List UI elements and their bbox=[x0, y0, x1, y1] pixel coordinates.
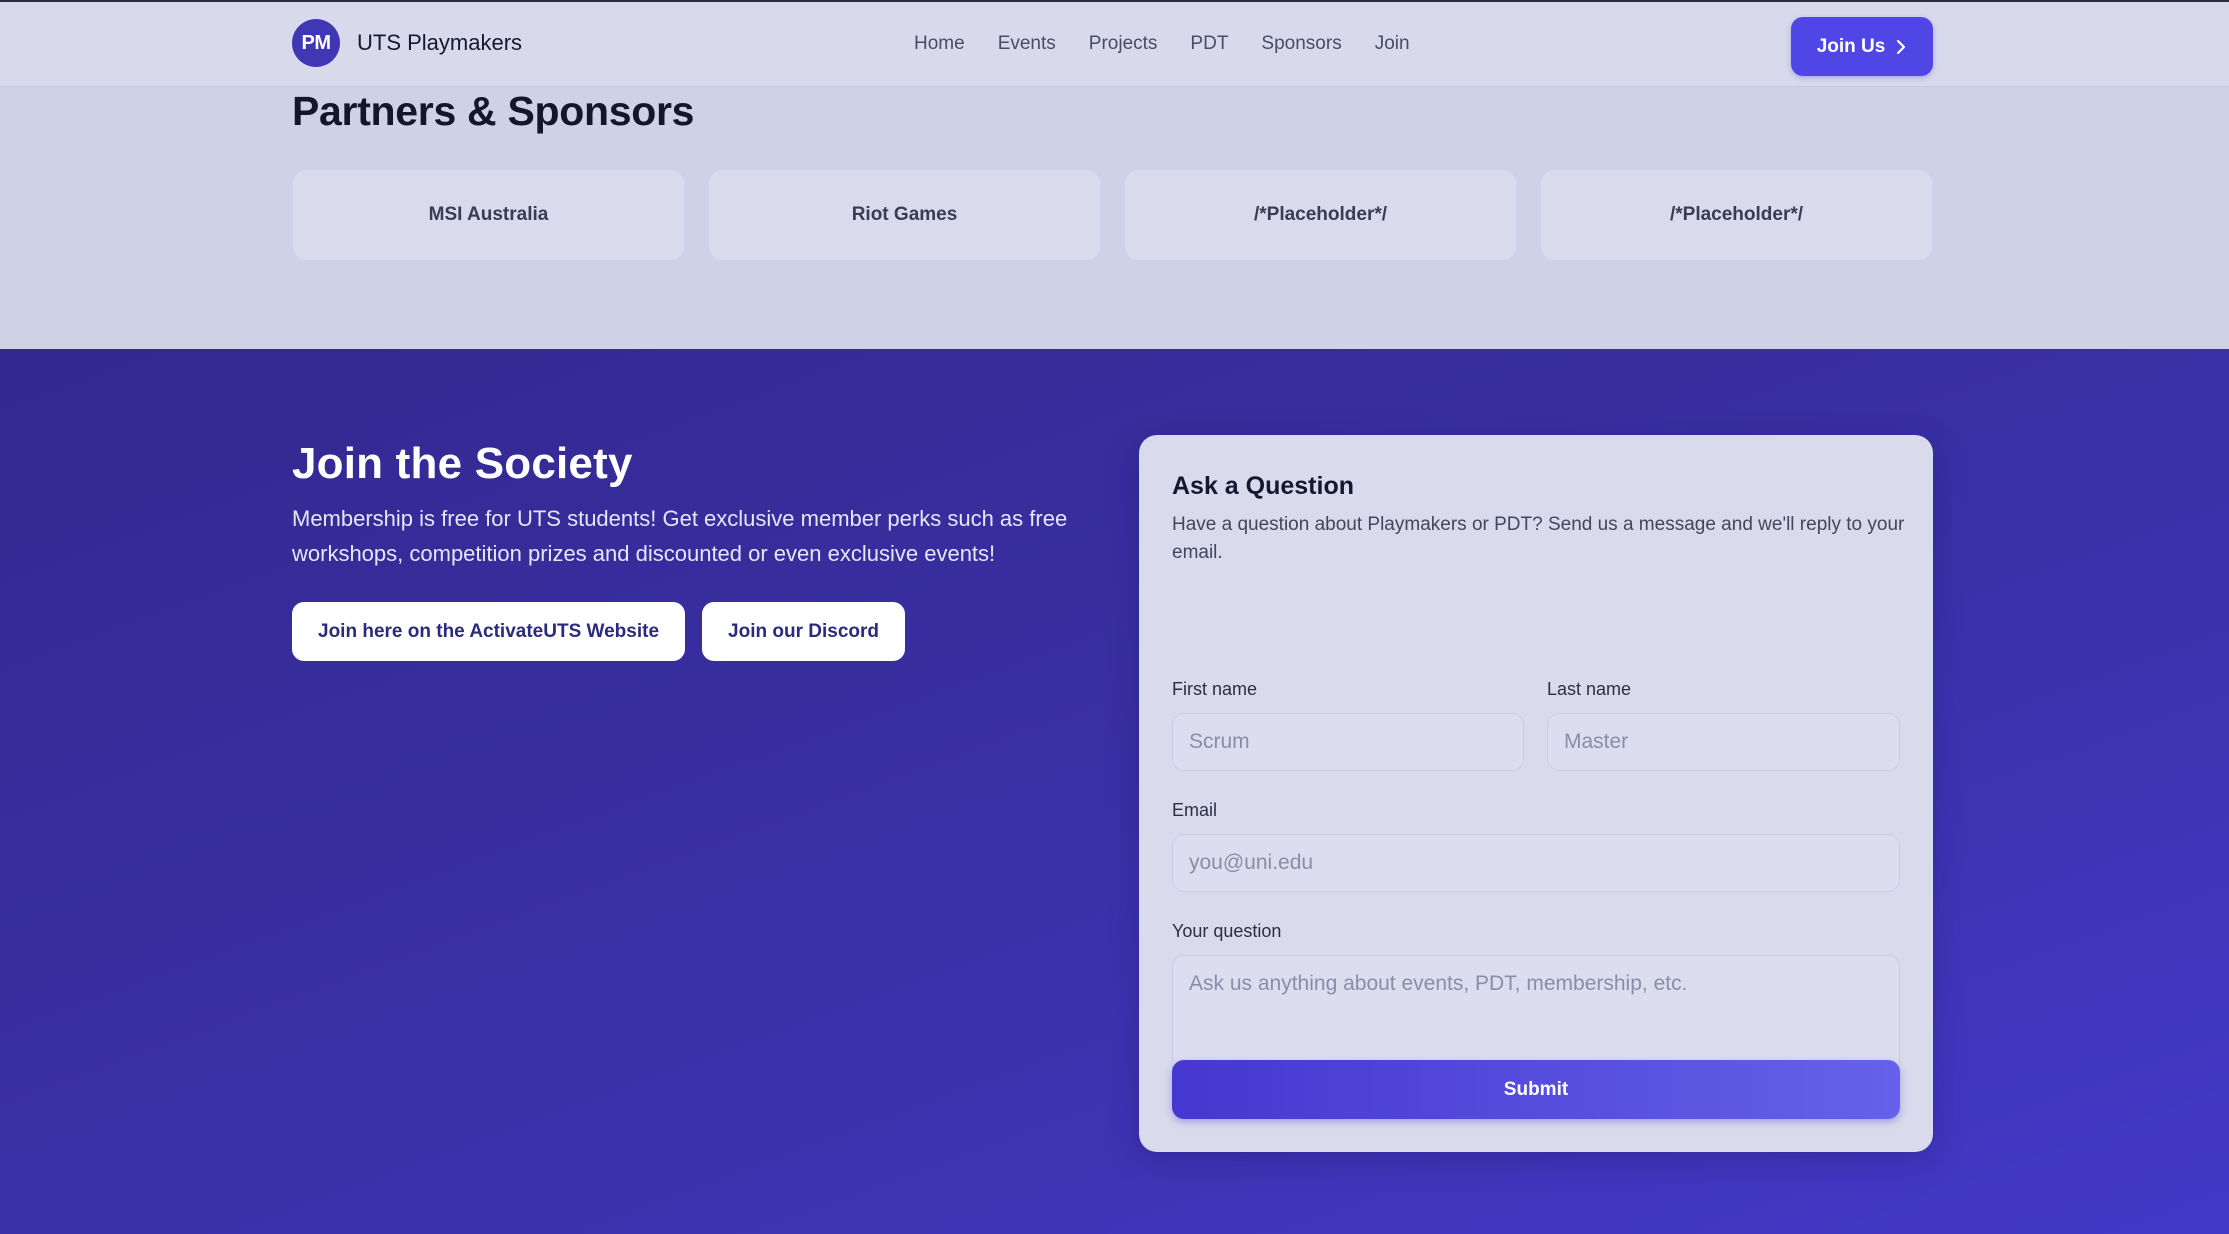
partners-grid: MSI Australia Riot Games /*Placeholder*/… bbox=[292, 169, 1933, 261]
nav-link-home[interactable]: Home bbox=[914, 31, 965, 57]
nav-link-sponsors[interactable]: Sponsors bbox=[1261, 31, 1341, 57]
brand-name: UTS Playmakers bbox=[357, 30, 523, 55]
question-label: Your question bbox=[1172, 921, 1282, 941]
nav-link-pdt[interactable]: PDT bbox=[1190, 31, 1228, 57]
join-actions: Join here on the ActivateUTS Website Joi… bbox=[292, 602, 905, 661]
discord-button[interactable]: Join our Discord bbox=[702, 602, 905, 661]
join-us-label: Join Us bbox=[1816, 35, 1886, 57]
form-title: Ask a Question bbox=[1172, 472, 1354, 500]
partners-title: Partners & Sponsors bbox=[292, 88, 695, 134]
partner-card: /*Placeholder*/ bbox=[1124, 169, 1517, 261]
nav-link-events[interactable]: Events bbox=[998, 31, 1056, 57]
email-field[interactable] bbox=[1172, 834, 1900, 892]
brand-logo: PM bbox=[292, 19, 340, 67]
join-title: Join the Society bbox=[292, 439, 633, 488]
join-section: Join the Society Membership is free for … bbox=[0, 349, 2229, 1234]
nav-link-join[interactable]: Join bbox=[1375, 31, 1410, 57]
partner-card: /*Placeholder*/ bbox=[1540, 169, 1933, 261]
email-label: Email bbox=[1172, 800, 1218, 820]
last-name-field[interactable] bbox=[1547, 713, 1900, 771]
brand[interactable]: PM UTS Playmakers bbox=[292, 19, 522, 67]
site-header: PM UTS Playmakers Home Events Projects P… bbox=[0, 2, 2229, 87]
first-name-field[interactable] bbox=[1172, 713, 1524, 771]
submit-button[interactable]: Submit bbox=[1172, 1060, 1900, 1119]
form-description: Have a question about Playmakers or PDT?… bbox=[1172, 514, 1905, 563]
last-name-label: Last name bbox=[1547, 679, 1632, 699]
chevron-right-icon bbox=[1897, 39, 1906, 54]
question-form: Ask a Question Have a question about Pla… bbox=[1139, 435, 1933, 1152]
join-description: Membership is free for UTS students! Get… bbox=[292, 506, 1068, 566]
partner-card: MSI Australia bbox=[292, 169, 685, 261]
nav-link-projects[interactable]: Projects bbox=[1089, 31, 1158, 57]
main-nav: Home Events Projects PDT Sponsors Join bbox=[914, 31, 1410, 57]
first-name-label: First name bbox=[1172, 679, 1258, 699]
activateuts-button[interactable]: Join here on the ActivateUTS Website bbox=[292, 602, 686, 661]
partner-card: Riot Games bbox=[708, 169, 1101, 261]
join-us-button[interactable]: Join Us bbox=[1791, 17, 1933, 76]
